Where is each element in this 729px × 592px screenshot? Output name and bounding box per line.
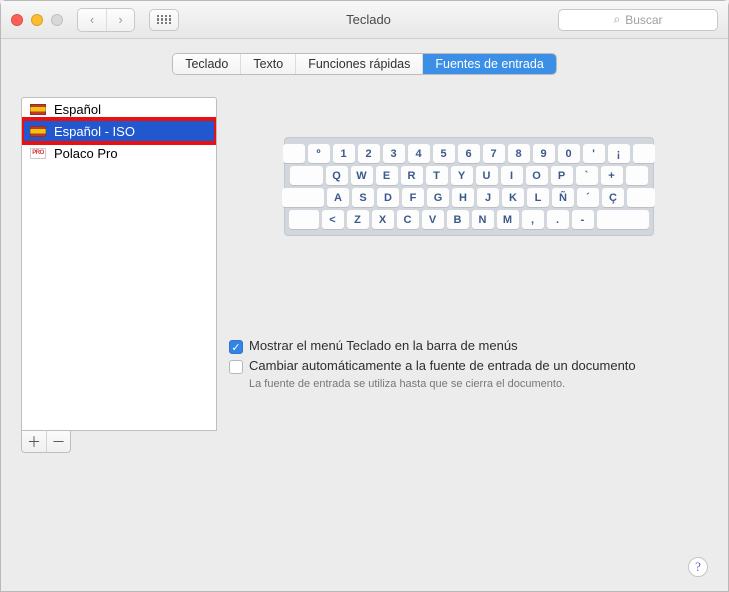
input-sources-list[interactable]: EspañolEspañol - ISOPROPolaco Pro	[21, 97, 217, 431]
keyboard-row-0: º1234567890'¡	[289, 144, 649, 163]
key: D	[377, 188, 399, 207]
key: X	[372, 210, 394, 229]
search-icon: ⌕	[613, 12, 620, 27]
zoom-icon[interactable]	[51, 14, 63, 26]
key: N	[472, 210, 494, 229]
search-field[interactable]: ⌕ Buscar	[558, 9, 718, 31]
nav-back-forward: ‹ ›	[77, 8, 135, 32]
key: ,	[522, 210, 544, 229]
key: I	[501, 166, 523, 185]
key: F	[402, 188, 424, 207]
source-label: Español	[54, 102, 101, 117]
source-row-2[interactable]: PRO Polaco Pro	[22, 142, 216, 164]
show-menu-label: Mostrar el menú Teclado en la barra de m…	[249, 338, 518, 353]
show-menu-checkbox[interactable]: ✓	[229, 340, 243, 354]
key: Z	[347, 210, 369, 229]
key: Y	[451, 166, 473, 185]
key: `	[576, 166, 598, 185]
key: R	[401, 166, 423, 185]
add-remove-toolbar: ＋ －	[21, 431, 71, 453]
spacer-key	[282, 188, 324, 207]
key: Ñ	[552, 188, 574, 207]
key: .	[547, 210, 569, 229]
key: 3	[383, 144, 405, 163]
key: 7	[483, 144, 505, 163]
key: 9	[533, 144, 555, 163]
close-icon[interactable]	[11, 14, 23, 26]
pro-badge-icon: PRO	[30, 148, 46, 159]
back-button[interactable]: ‹	[78, 9, 106, 31]
titlebar: ‹ › Teclado ⌕ Buscar	[1, 1, 728, 39]
help-button[interactable]: ?	[688, 557, 708, 577]
key: ¡	[608, 144, 630, 163]
show-all-button[interactable]	[149, 9, 179, 31]
key: +	[601, 166, 623, 185]
grid-icon	[157, 15, 171, 25]
key: M	[497, 210, 519, 229]
key: J	[477, 188, 499, 207]
key: P	[551, 166, 573, 185]
key: 0	[558, 144, 580, 163]
source-label: Polaco Pro	[54, 146, 118, 161]
key: V	[422, 210, 444, 229]
tab-bar: TecladoTextoFunciones rápidasFuentes de …	[21, 53, 708, 75]
minimize-icon[interactable]	[31, 14, 43, 26]
tab-2[interactable]: Funciones rápidas	[296, 54, 423, 74]
options-group: ✓ Mostrar el menú Teclado en la barra de…	[229, 338, 708, 390]
key: <	[322, 210, 344, 229]
window-controls	[11, 14, 63, 26]
content-area: TecladoTextoFunciones rápidasFuentes de …	[1, 39, 728, 463]
keyboard-row-3: <ZXCVBNM,.-	[289, 210, 649, 229]
key: T	[426, 166, 448, 185]
spacer-key	[633, 144, 655, 163]
auto-switch-label: Cambiar automáticamente a la fuente de e…	[249, 358, 636, 373]
forward-button[interactable]: ›	[106, 9, 134, 31]
key: 1	[333, 144, 355, 163]
keyboard-preview: º1234567890'¡ QWERTYUIOP`+ ASDFGHJKLÑ´Ç <ZX…	[284, 137, 654, 236]
key: S	[352, 188, 374, 207]
keyboard-row-1: QWERTYUIOP`+	[289, 166, 649, 185]
key: O	[526, 166, 548, 185]
key: B	[447, 210, 469, 229]
highlight-box	[21, 117, 217, 145]
auto-switch-checkbox[interactable]	[229, 360, 243, 374]
spacer-key	[597, 210, 649, 229]
key: ´	[577, 188, 599, 207]
keyboard-row-2: ASDFGHJKLÑ´Ç	[289, 188, 649, 207]
spacer-key	[626, 166, 648, 185]
key: Q	[326, 166, 348, 185]
key: 5	[433, 144, 455, 163]
tab-1[interactable]: Texto	[241, 54, 296, 74]
key: 4	[408, 144, 430, 163]
spacer-key	[283, 144, 305, 163]
tab-0[interactable]: Teclado	[173, 54, 241, 74]
key: U	[476, 166, 498, 185]
key: º	[308, 144, 330, 163]
window-title: Teclado	[187, 12, 550, 27]
add-source-button[interactable]: ＋	[22, 431, 46, 452]
keyboard-prefs-window: ‹ › Teclado ⌕ Buscar TecladoTextoFuncion…	[0, 0, 729, 592]
key: -	[572, 210, 594, 229]
key: K	[502, 188, 524, 207]
key: H	[452, 188, 474, 207]
key: A	[327, 188, 349, 207]
key: G	[427, 188, 449, 207]
key: 2	[358, 144, 380, 163]
spacer-key	[627, 188, 655, 207]
spacer-key	[290, 166, 323, 185]
key: L	[527, 188, 549, 207]
key: Ç	[602, 188, 624, 207]
remove-source-button[interactable]: －	[46, 431, 70, 452]
auto-switch-note: La fuente de entrada se utiliza hasta qu…	[249, 378, 708, 390]
spacer-key	[289, 210, 319, 229]
key: '	[583, 144, 605, 163]
key: E	[376, 166, 398, 185]
search-placeholder: Buscar	[625, 13, 662, 27]
key: W	[351, 166, 373, 185]
key: C	[397, 210, 419, 229]
flag-icon	[30, 104, 46, 115]
key: 6	[458, 144, 480, 163]
key: 8	[508, 144, 530, 163]
tab-3[interactable]: Fuentes de entrada	[423, 54, 555, 74]
